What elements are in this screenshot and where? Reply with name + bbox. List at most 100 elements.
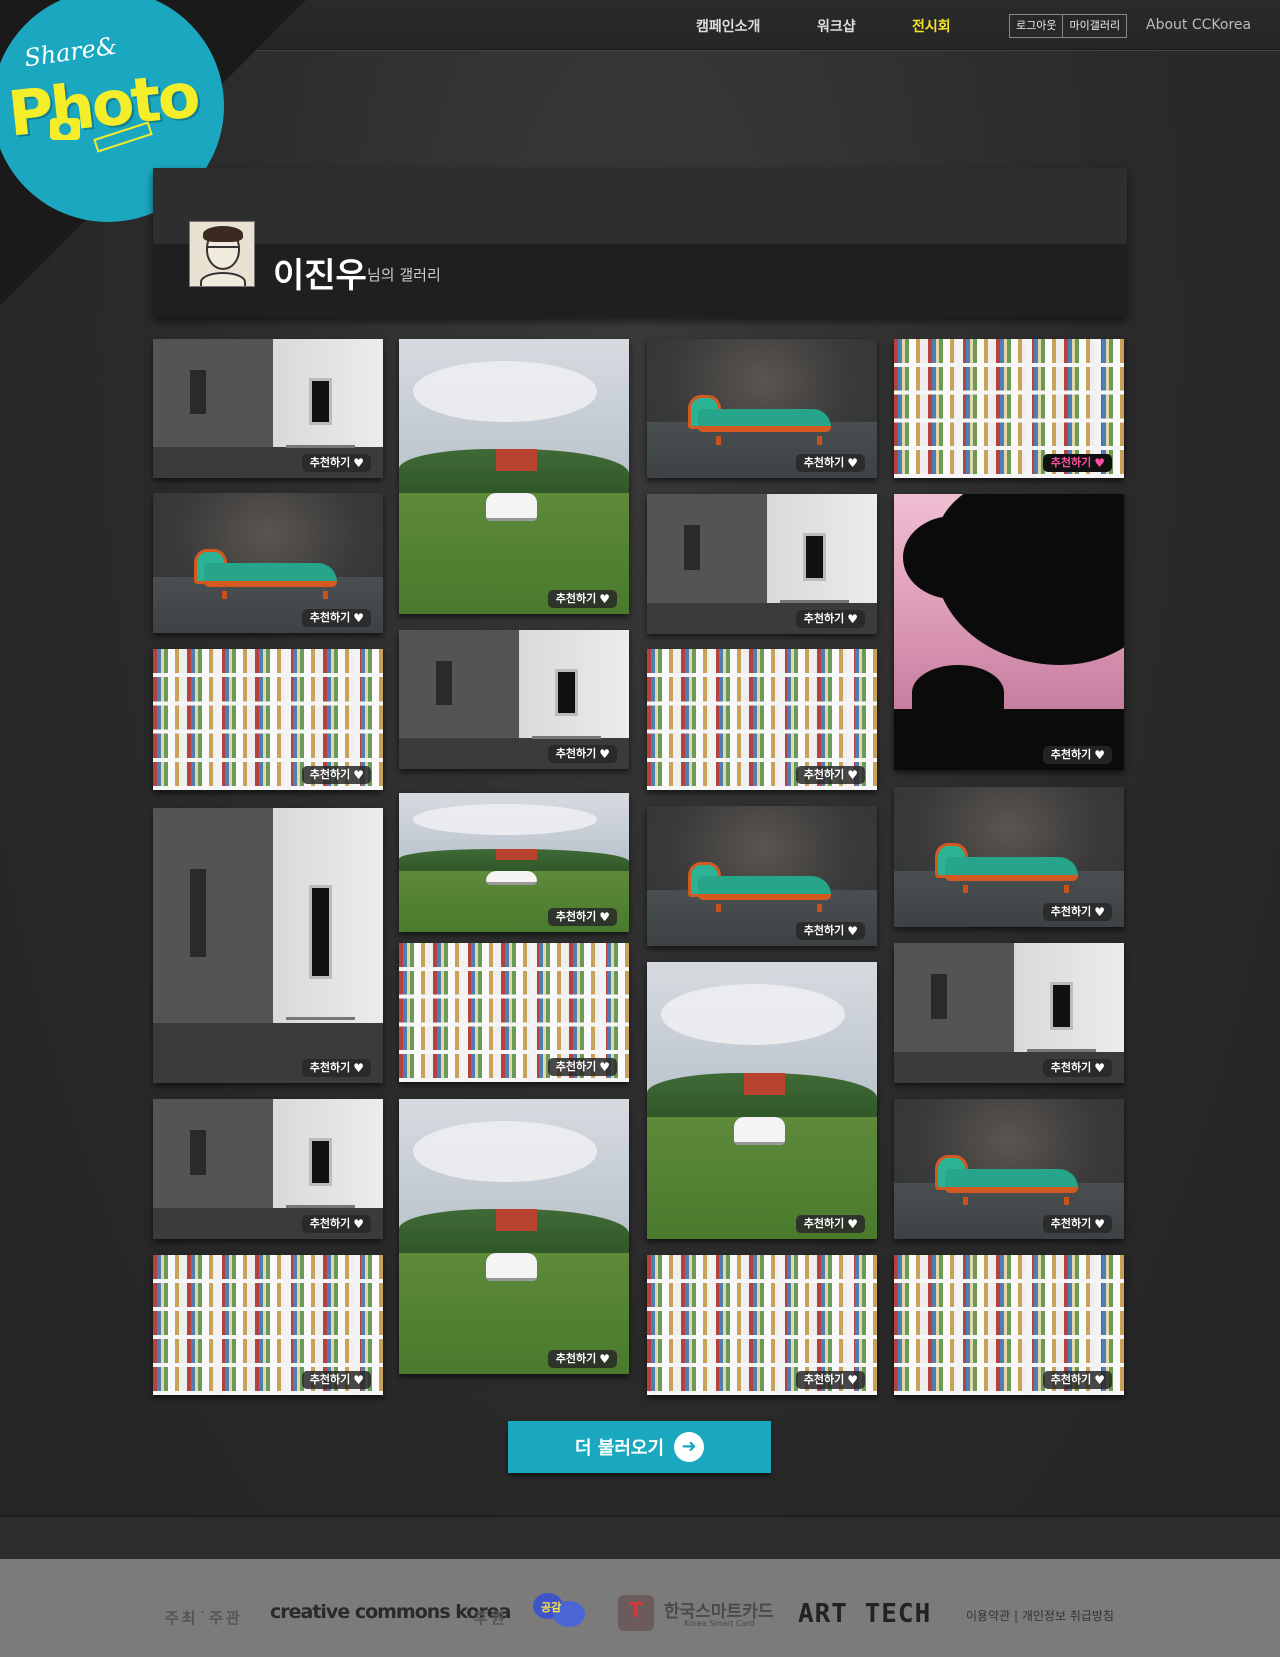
recommend-button[interactable]: 추천하기 ♥: [795, 610, 865, 628]
recommend-label: 추천하기: [803, 1373, 845, 1386]
heart-icon: ♥: [353, 456, 364, 470]
photo-tile[interactable]: 추천하기 ♥: [894, 1099, 1124, 1239]
recommend-button[interactable]: 추천하기 ♥: [301, 454, 371, 472]
photo-tile[interactable]: 추천하기 ♥: [153, 1255, 383, 1395]
recommend-button[interactable]: 추천하기 ♥: [1042, 1059, 1112, 1077]
recommend-button[interactable]: 추천하기 ♥: [795, 766, 865, 784]
photo-tile[interactable]: 추천하기 ♥: [647, 806, 877, 946]
recommend-button[interactable]: 추천하기 ♥: [301, 1215, 371, 1233]
recommend-button[interactable]: 추천하기 ♥: [1042, 746, 1112, 764]
photo-tile[interactable]: 추천하기 ♥: [399, 1099, 629, 1374]
heart-icon: ♥: [599, 910, 610, 924]
photo-tile[interactable]: 추천하기 ♥: [647, 494, 877, 634]
recommend-button[interactable]: 추천하기 ♥: [795, 922, 865, 940]
footer-links[interactable]: 이용약관 | 개인정보 취급방침: [966, 1607, 1114, 1624]
recommend-button[interactable]: 추천하기 ♥: [547, 1058, 617, 1076]
heart-icon: ♥: [353, 1217, 364, 1231]
nav-workshop[interactable]: 워크샵: [817, 16, 856, 36]
recommend-label: 추천하기: [555, 910, 597, 923]
recommend-button[interactable]: 추천하기 ♥: [795, 1215, 865, 1233]
photo-tile[interactable]: 추천하기 ♥: [153, 649, 383, 790]
photo-tile[interactable]: 추천하기 ♥: [894, 943, 1124, 1083]
gallery-title-suffix: 님의 갤러리: [367, 266, 441, 284]
recommend-label: 추천하기: [803, 924, 845, 937]
recommend-label: 추천하기: [803, 456, 845, 469]
nav-campaign[interactable]: 캠페인소개: [696, 16, 760, 36]
recommend-button[interactable]: 추천하기 ♥: [547, 1350, 617, 1368]
heart-icon: ♥: [847, 612, 858, 626]
photo-tile[interactable]: 추천하기 ♥: [894, 1255, 1124, 1395]
arrow-right-icon: ➜: [674, 1432, 705, 1462]
photo-tile[interactable]: 추천하기 ♥: [647, 339, 877, 478]
recommend-button[interactable]: 추천하기 ♥: [1042, 903, 1112, 921]
logo-share-text: Share&: [22, 31, 119, 73]
recommend-label: 추천하기: [309, 768, 351, 781]
seoul-logo[interactable]: 공감: [533, 1593, 587, 1627]
gallery-owner-name: 이진우: [273, 256, 367, 296]
recommend-label: 추천하기: [555, 1352, 597, 1365]
recommend-button[interactable]: 추천하기 ♥: [1042, 454, 1112, 472]
recommend-button[interactable]: 추천하기 ♥: [301, 766, 371, 784]
photo-tile[interactable]: 추천하기 ♥: [153, 1099, 383, 1239]
korea-smart-card-sub: Korea Smart Card: [684, 1619, 755, 1628]
logout-link[interactable]: 로그아웃: [1010, 15, 1062, 37]
photo-tile[interactable]: 추천하기 ♥: [647, 649, 877, 790]
recommend-button[interactable]: 추천하기 ♥: [547, 908, 617, 926]
photo-tile[interactable]: 추천하기 ♥: [894, 787, 1124, 927]
recommend-label: 추천하기: [803, 1217, 845, 1230]
recommend-button[interactable]: 추천하기 ♥: [547, 745, 617, 763]
photo-tile[interactable]: 추천하기 ♥: [153, 339, 383, 478]
heart-icon: ♥: [1094, 1061, 1105, 1075]
photo-tile[interactable]: 추천하기 ♥: [894, 494, 1124, 770]
recommend-label: 추천하기: [309, 1061, 351, 1074]
heart-icon: ♥: [1094, 905, 1105, 919]
photo-tile[interactable]: 추천하기 ♥: [894, 339, 1124, 478]
recommend-button[interactable]: 추천하기 ♥: [1042, 1215, 1112, 1233]
photo-tile[interactable]: 추천하기 ♥: [399, 943, 629, 1082]
avatar: [189, 221, 255, 287]
load-more-label: 더 불러오기: [574, 1438, 665, 1459]
recommend-button[interactable]: 추천하기 ♥: [301, 1059, 371, 1077]
recommend-button[interactable]: 추천하기 ♥: [795, 1371, 865, 1389]
footer-strip: [0, 1517, 1280, 1559]
recommend-label: 추천하기: [803, 768, 845, 781]
photo-tile[interactable]: 추천하기 ♥: [399, 793, 629, 932]
photo-tile[interactable]: 추천하기 ♥: [647, 962, 877, 1239]
sponsor-label: 후원: [474, 1609, 508, 1627]
account-links: 로그아웃 마이갤러리: [1009, 14, 1128, 38]
photo-tile[interactable]: 추천하기 ♥: [399, 339, 629, 614]
recommend-label: 추천하기: [803, 612, 845, 625]
heart-icon: ♥: [1094, 748, 1105, 762]
nav-exhibition[interactable]: 전시회: [912, 16, 951, 36]
recommend-label: 추천하기: [555, 592, 597, 605]
recommend-label: 추천하기: [1050, 1061, 1092, 1074]
heart-icon: ♥: [1094, 1373, 1105, 1387]
art-tech-logo[interactable]: ART TECH: [798, 1599, 931, 1629]
recommend-label: 추천하기: [555, 1060, 597, 1073]
photo-tile[interactable]: 추천하기 ♥: [399, 630, 629, 769]
recommend-button[interactable]: 추천하기 ♥: [1042, 1371, 1112, 1389]
about-link[interactable]: About CCKorea: [1146, 17, 1251, 33]
heart-icon: ♥: [847, 1373, 858, 1387]
recommend-label: 추천하기: [1050, 1217, 1092, 1230]
heart-icon: ♥: [847, 768, 858, 782]
recommend-button[interactable]: 추천하기 ♥: [795, 454, 865, 472]
footer: 주최˙주관 creative commons korea 후원 공감 T 한국스…: [0, 1559, 1280, 1657]
my-gallery-link[interactable]: 마이갤러리: [1062, 15, 1126, 37]
host-label: 주최˙주관: [165, 1609, 243, 1627]
heart-icon: ♥: [1094, 1217, 1105, 1231]
photo-tile[interactable]: 추천하기 ♥: [647, 1255, 877, 1395]
recommend-label: 추천하기: [309, 456, 351, 469]
tmoney-logo[interactable]: T: [618, 1595, 654, 1631]
photo-tile[interactable]: 추천하기 ♥: [153, 493, 383, 633]
heart-icon: ♥: [353, 1373, 364, 1387]
heart-icon: ♥: [353, 611, 364, 625]
recommend-label: 추천하기: [309, 1373, 351, 1386]
photo-tile[interactable]: 추천하기 ♥: [153, 808, 383, 1083]
heart-icon: ♥: [847, 1217, 858, 1231]
recommend-button[interactable]: 추천하기 ♥: [547, 590, 617, 608]
recommend-button[interactable]: 추천하기 ♥: [301, 609, 371, 627]
recommend-button[interactable]: 추천하기 ♥: [301, 1371, 371, 1389]
load-more-button[interactable]: 더 불러오기 ➜: [508, 1421, 771, 1473]
recommend-label: 추천하기: [555, 747, 597, 760]
